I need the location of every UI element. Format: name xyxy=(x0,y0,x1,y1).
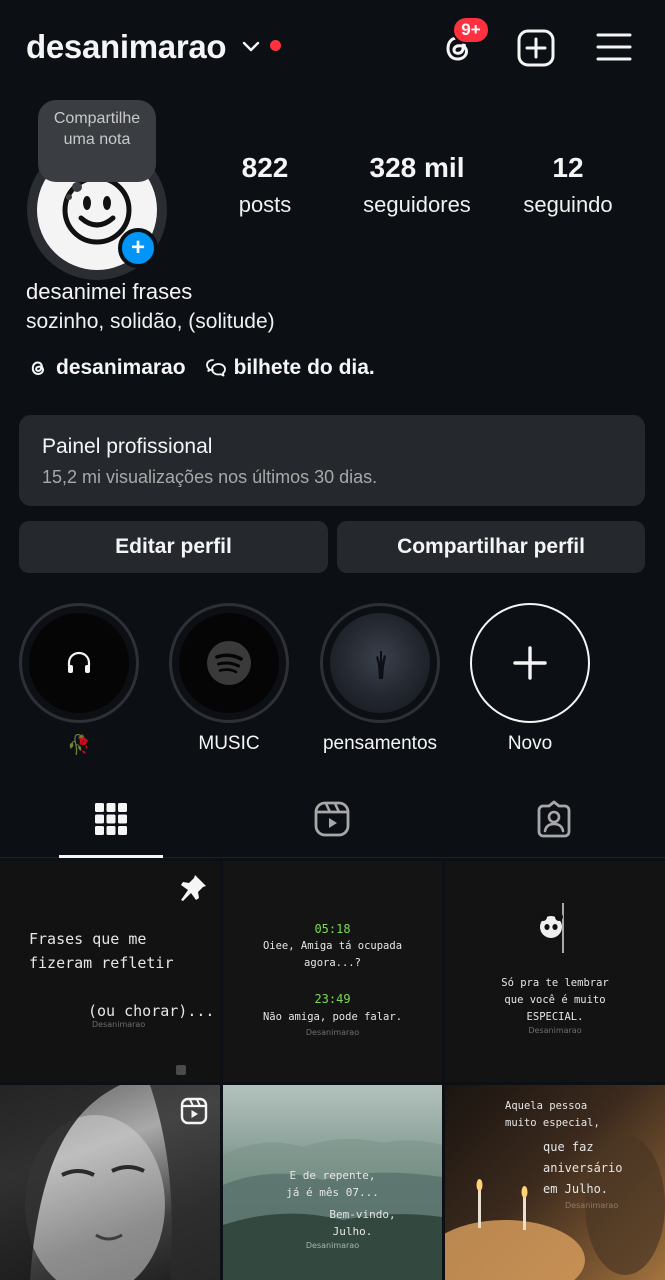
followers-label: seguidores xyxy=(363,192,471,217)
professional-dashboard-panel[interactable]: Painel profissional 15,2 mi visualizaçõe… xyxy=(19,415,645,506)
threads-icon xyxy=(31,361,45,376)
watermark: Desanimarao xyxy=(92,1020,146,1029)
note-bubble-tail-small xyxy=(66,194,72,200)
post-thumbnail[interactable]: Só pra te lembrar que você é muito ESPEC… xyxy=(445,861,665,1082)
panel-title: Painel profissional xyxy=(42,435,213,458)
highlight-ring xyxy=(169,603,289,723)
raised-hand-silhouette xyxy=(376,651,386,679)
pin-icon xyxy=(181,875,206,901)
note-bubble[interactable]: Compartilhe uma nota xyxy=(38,100,156,182)
bio-text: sozinho, solidão, (solitude) xyxy=(26,310,275,333)
following-count: 12 xyxy=(552,152,584,183)
chat-bubbles-icon xyxy=(205,359,226,377)
highlight-label: pensamentos xyxy=(322,733,438,754)
post-text: Frases que me xyxy=(29,930,147,948)
highlight-ring xyxy=(19,603,139,723)
tagged-icon xyxy=(537,800,570,838)
panel-subtitle: 15,2 mi visualizações nos últimos 30 dia… xyxy=(42,467,378,487)
headphones-icon xyxy=(67,651,91,673)
bio-link[interactable]: bilhete do dia. xyxy=(234,356,375,380)
display-name: desanimei frases xyxy=(26,279,193,304)
profile-links: desanimarao bilhete do dia. xyxy=(26,356,375,380)
highlight-item[interactable]: pensamentos xyxy=(320,603,440,755)
panda-sticker-icon xyxy=(539,903,564,953)
highlight-label: 🥀 xyxy=(67,735,91,756)
post-text: já é mês 07... xyxy=(286,1186,379,1199)
post-text: E de repente, xyxy=(289,1169,376,1182)
watermark: Desanimarao xyxy=(528,1026,582,1035)
post-text: fizeram refletir xyxy=(29,954,174,972)
highlight-cover xyxy=(29,613,129,713)
add-square-icon[interactable] xyxy=(514,26,558,70)
account-username[interactable]: desanimarao xyxy=(26,28,227,66)
followers-stat[interactable]: 328 mil seguidores xyxy=(352,152,482,218)
post-thumbnail[interactable]: E de repente, já é mês 07... Bem-vindo, … xyxy=(223,1085,442,1280)
tab-tagged[interactable] xyxy=(443,780,664,858)
post-text: que faz xyxy=(543,1140,594,1154)
following-label: seguindo xyxy=(523,192,613,217)
post-thumbnail[interactable]: Aquela pessoa muito especial, que faz an… xyxy=(445,1085,665,1280)
following-stat[interactable]: 12 seguindo xyxy=(512,152,624,218)
notification-dot xyxy=(270,40,281,51)
watermark: Desanimarao xyxy=(305,1028,360,1037)
highlight-cover xyxy=(330,613,430,713)
edit-profile-button[interactable]: Editar perfil xyxy=(19,521,328,573)
reels-icon xyxy=(314,801,349,837)
post-text: Julho. xyxy=(332,1225,373,1238)
menu-icon[interactable] xyxy=(592,26,636,70)
post-text: Não amiga, pode falar. xyxy=(262,1011,403,1023)
threads-handle-link[interactable]: desanimarao xyxy=(56,356,186,380)
tab-reels[interactable] xyxy=(221,780,442,858)
highlight-cover xyxy=(179,613,279,713)
add-story-button[interactable]: + xyxy=(118,228,158,268)
watermark: Desanimarao xyxy=(565,1201,619,1210)
post-text: 05:18 xyxy=(314,922,351,936)
post-text: Só pra te lembrar xyxy=(501,977,609,989)
posts-label: posts xyxy=(238,192,292,217)
post-text: aniversário xyxy=(543,1161,623,1175)
active-tab-indicator xyxy=(59,855,163,858)
profile-tabs xyxy=(0,780,665,858)
chevron-down-icon[interactable] xyxy=(240,36,262,58)
post-text: 23:49 xyxy=(314,992,351,1006)
highlight-item[interactable]: 🥀 xyxy=(19,603,139,757)
watermark: Desanimarao xyxy=(305,1241,360,1250)
spotify-icon xyxy=(207,641,251,685)
post-text: Aquela pessoa xyxy=(505,1100,588,1112)
post-thumbnail[interactable]: 05:18 Oiee, Amiga tá ocupada agora...? 2… xyxy=(223,861,442,1082)
posts-stat[interactable]: 822 posts xyxy=(215,152,315,218)
post-text: agora...? xyxy=(304,957,361,969)
note-bubble-tail xyxy=(72,182,82,192)
new-highlight-button[interactable]: Novo xyxy=(470,603,590,755)
highlight-label: MUSIC xyxy=(198,733,260,754)
highlight-ring xyxy=(320,603,440,723)
reels-icon xyxy=(180,1097,208,1125)
mountain-landscape xyxy=(223,1138,442,1280)
tab-posts-grid[interactable] xyxy=(0,780,221,858)
post-text: Bem-vindo, xyxy=(329,1208,396,1221)
top-bar: desanimarao 9+ xyxy=(0,0,665,96)
post-thumbnail[interactable]: Frases que me fizeram refletir (ou chora… xyxy=(0,861,220,1082)
highlight-item[interactable]: MUSIC xyxy=(169,603,289,755)
small-logo-mark xyxy=(176,1065,186,1075)
reel-thumbnail[interactable] xyxy=(0,1085,220,1280)
grid-icon xyxy=(94,803,127,835)
followers-count: 328 mil xyxy=(369,152,465,183)
highlight-ring xyxy=(470,603,590,723)
post-text: que você é muito xyxy=(504,994,606,1006)
highlight-label: Novo xyxy=(507,733,553,754)
threads-notification-badge: 9+ xyxy=(452,16,490,44)
post-text: muito especial, xyxy=(505,1117,600,1129)
plus-icon xyxy=(513,646,547,680)
post-text: em Julho. xyxy=(543,1182,609,1196)
share-profile-button[interactable]: Compartilhar perfil xyxy=(337,521,645,573)
post-text: ESPECIAL. xyxy=(526,1011,584,1023)
posts-count: 822 xyxy=(241,152,289,183)
post-text: Oiee, Amiga tá ocupada xyxy=(262,940,403,952)
